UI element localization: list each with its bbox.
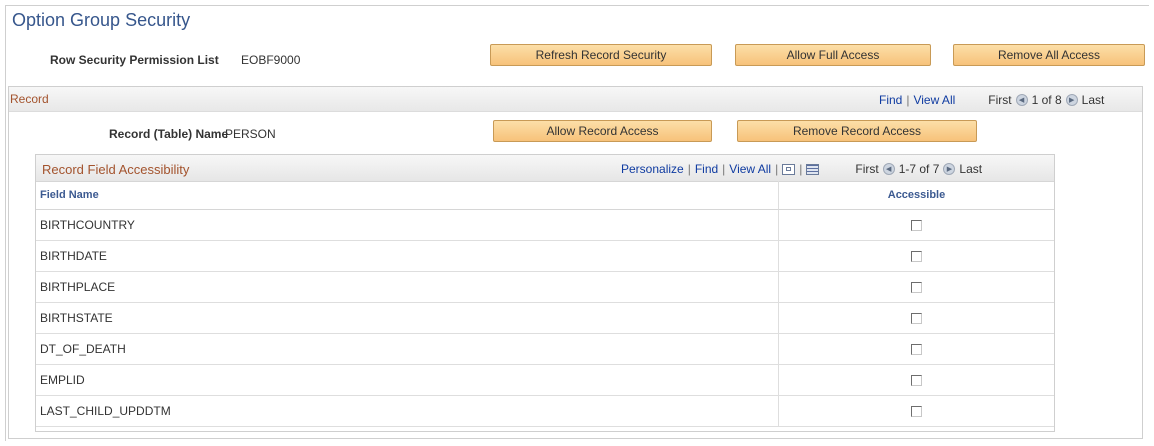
- remove-record-access-button[interactable]: Remove Record Access: [737, 120, 977, 142]
- refresh-record-security-button[interactable]: Refresh Record Security: [490, 44, 712, 66]
- record-header: Record Find | View All First ◀ 1 of 8 ▶ …: [9, 87, 1142, 112]
- field-name-cell: BIRTHSTATE: [36, 303, 779, 333]
- separator: |: [775, 162, 779, 176]
- permission-list-label: Row Security Permission List: [50, 53, 219, 67]
- remove-all-access-button[interactable]: Remove All Access: [953, 44, 1145, 66]
- table-row: LAST_CHILD_UPDDTM: [36, 396, 1054, 427]
- record-find-link[interactable]: Find: [879, 93, 902, 107]
- grid-navigation: Personalize | Find | View All | | First …: [621, 162, 982, 176]
- accessible-cell: [779, 303, 1054, 333]
- separator: |: [687, 162, 691, 176]
- download-spreadsheet-icon[interactable]: [806, 163, 820, 175]
- table-row: BIRTHDATE: [36, 241, 1054, 272]
- record-navigation: Find | View All First ◀ 1 of 8 ▶ Last: [879, 93, 1104, 107]
- column-header-accessible: Accessible: [779, 181, 1054, 210]
- grid-header: Record Field Accessibility Personalize |…: [36, 155, 1054, 182]
- record-table-name-value: PERSON: [225, 127, 276, 141]
- record-scroll-area: Record Find | View All First ◀ 1 of 8 ▶ …: [8, 86, 1143, 439]
- column-header-field-name: Field Name: [36, 181, 779, 210]
- accessible-cell: [779, 210, 1054, 240]
- allow-record-access-button[interactable]: Allow Record Access: [493, 120, 712, 142]
- table-row: BIRTHCOUNTRY: [36, 210, 1054, 241]
- accessible-checkbox[interactable]: [911, 219, 922, 231]
- personalize-link[interactable]: Personalize: [621, 162, 684, 176]
- record-section-title: Record: [10, 92, 49, 106]
- field-name-cell: EMPLID: [36, 365, 779, 395]
- separator: |: [799, 162, 803, 176]
- grid-view-all-link[interactable]: View All: [729, 162, 771, 176]
- record-field-accessibility-grid: Record Field Accessibility Personalize |…: [35, 154, 1055, 432]
- grid-title: Record Field Accessibility: [42, 162, 190, 177]
- page-title: Option Group Security: [12, 10, 191, 30]
- accessible-cell: [779, 365, 1054, 395]
- accessible-checkbox[interactable]: [911, 281, 922, 293]
- accessible-cell: [779, 396, 1054, 426]
- grid-count: 1-7 of 7: [898, 162, 940, 176]
- prev-circle-icon[interactable]: ◀: [1015, 94, 1028, 106]
- field-name-cell: BIRTHPLACE: [36, 272, 779, 302]
- next-circle-icon[interactable]: ▶: [1065, 94, 1078, 106]
- field-name-cell: BIRTHDATE: [36, 241, 779, 271]
- prev-circle-icon[interactable]: ◀: [882, 163, 895, 175]
- accessible-cell: [779, 241, 1054, 271]
- accessible-cell: [779, 334, 1054, 364]
- table-row: DT_OF_DEATH: [36, 334, 1054, 365]
- zoom-grid-icon[interactable]: [782, 163, 796, 175]
- accessible-checkbox[interactable]: [911, 374, 922, 386]
- record-view-all-link[interactable]: View All: [913, 93, 955, 107]
- record-first-label: First: [988, 93, 1012, 107]
- record-table-name-label: Record (Table) Name: [109, 127, 229, 141]
- separator: |: [906, 93, 910, 107]
- field-name-cell: DT_OF_DEATH: [36, 334, 779, 364]
- record-count: 1 of 8: [1031, 93, 1062, 107]
- separator: |: [722, 162, 726, 176]
- next-circle-icon[interactable]: ▶: [943, 163, 956, 175]
- accessible-checkbox[interactable]: [911, 312, 922, 324]
- record-last-label: Last: [1081, 93, 1105, 107]
- accessible-cell: [779, 272, 1054, 302]
- table-row: EMPLID: [36, 365, 1054, 396]
- accessible-checkbox[interactable]: [911, 250, 922, 262]
- table-row: BIRTHPLACE: [36, 272, 1054, 303]
- field-name-cell: LAST_CHILD_UPDDTM: [36, 396, 779, 426]
- allow-full-access-button[interactable]: Allow Full Access: [735, 44, 931, 66]
- accessible-checkbox[interactable]: [911, 343, 922, 355]
- grid-last-label: Last: [959, 162, 983, 176]
- permission-list-value: EOBF9000: [241, 53, 301, 67]
- grid-first-label: First: [855, 162, 879, 176]
- table-row: BIRTHSTATE: [36, 303, 1054, 334]
- grid-find-link[interactable]: Find: [695, 162, 718, 176]
- field-name-cell: BIRTHCOUNTRY: [36, 210, 779, 240]
- accessible-checkbox[interactable]: [911, 405, 922, 417]
